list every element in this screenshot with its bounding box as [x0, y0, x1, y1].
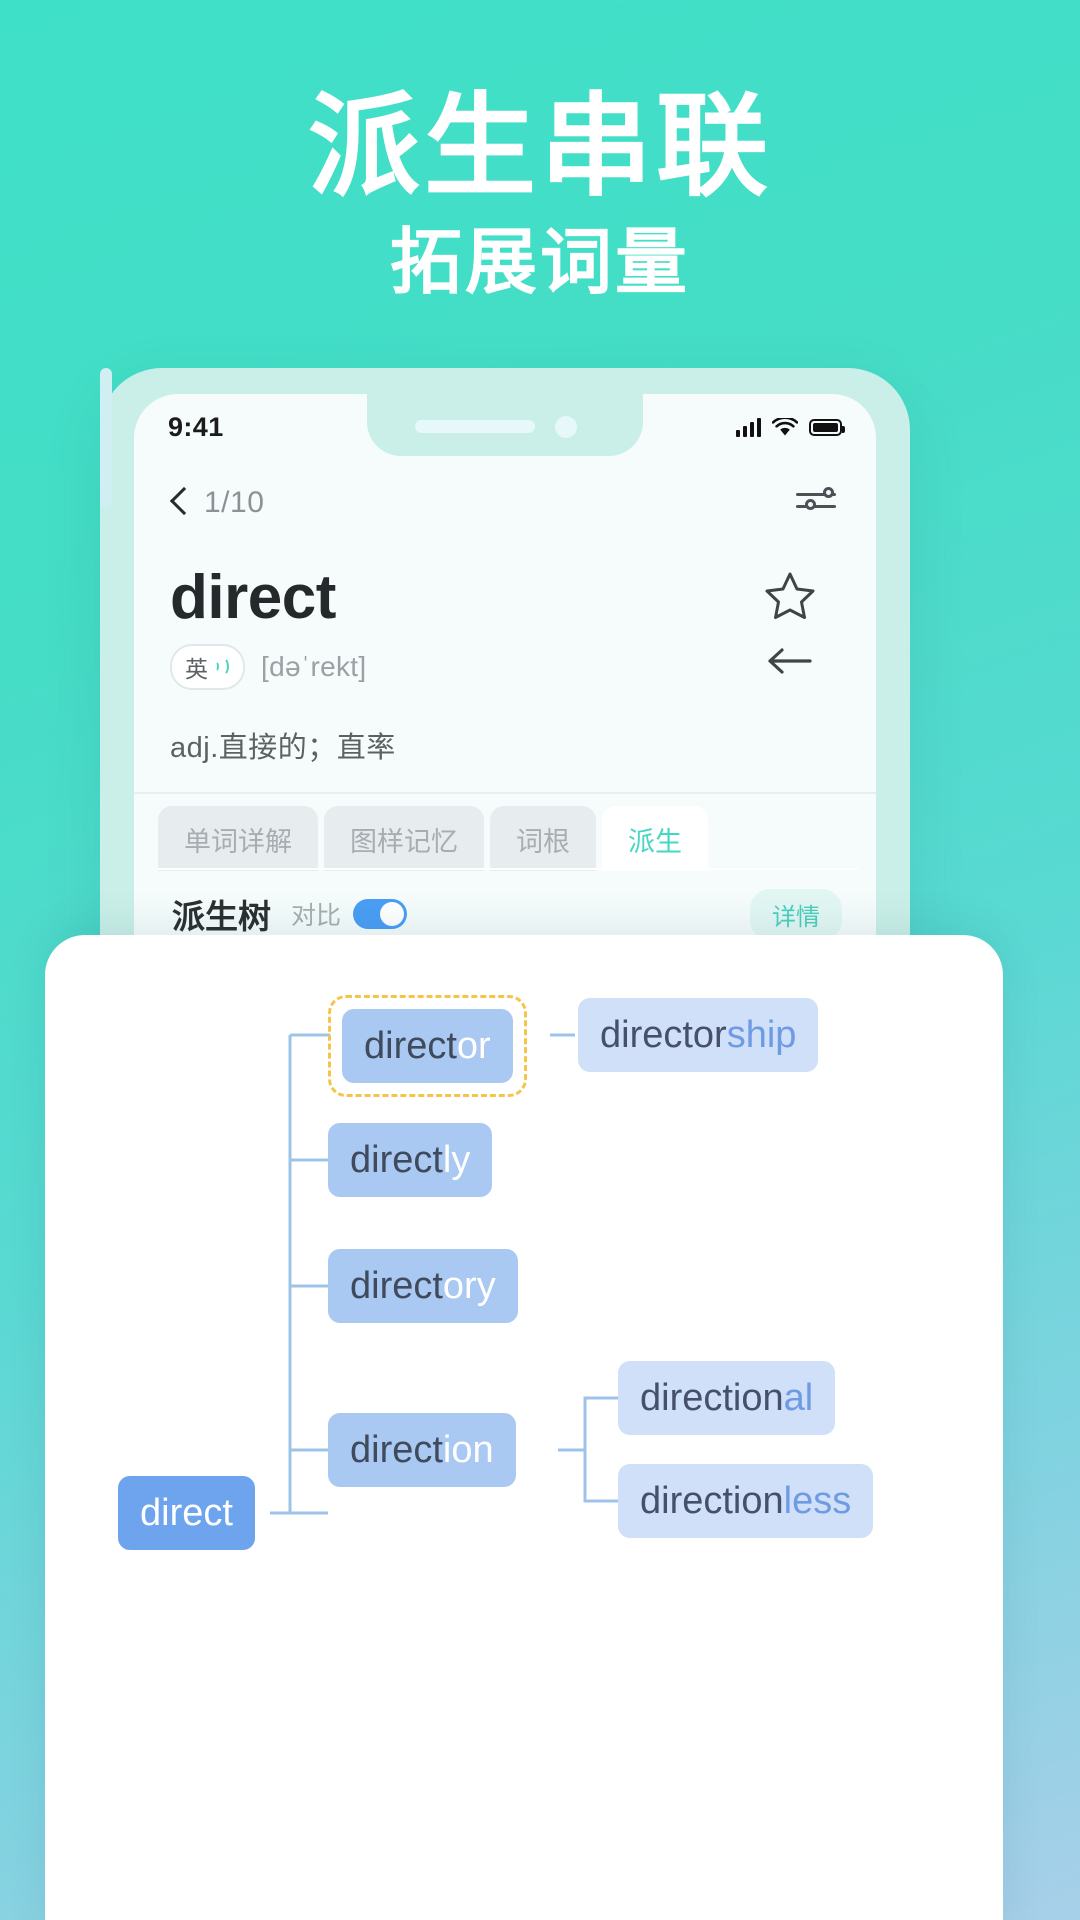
arrow-left-icon[interactable]	[764, 642, 816, 680]
hero-section: 派生串联 拓展词量	[0, 0, 1080, 303]
phonetic-row[interactable]: 英 [dəˈrekt]	[170, 644, 366, 690]
tab-derivation[interactable]: 派生	[602, 806, 708, 871]
chevron-left-icon[interactable]	[170, 487, 188, 519]
sound-wave-icon	[213, 656, 230, 678]
compare-label: 对比	[291, 902, 342, 930]
tab-bar: 单词详解 图样记忆 词根 派生	[158, 806, 714, 871]
node-suffix: less	[783, 1479, 852, 1522]
sliders-settings-icon[interactable]	[796, 487, 840, 518]
page-count-label: 1/10	[204, 486, 265, 519]
node-stem: direct	[350, 1264, 443, 1307]
node-stem: direct	[140, 1491, 233, 1534]
nav-back-group[interactable]: 1/10	[170, 486, 264, 520]
node-stem: direction	[640, 1479, 784, 1522]
hero-title: 派生串联	[308, 84, 772, 209]
compare-toggle[interactable]	[353, 899, 408, 929]
tab-word-detail[interactable]: 单词详解	[158, 806, 318, 871]
tree-node-directional[interactable]: direction al	[618, 1361, 836, 1435]
app-nav-bar: 1/10	[134, 464, 876, 542]
tree-node-direction[interactable]: direct ion	[328, 1413, 516, 1487]
headword: direct	[170, 563, 336, 632]
node-stem: director	[600, 1013, 727, 1056]
notch-speaker	[415, 420, 535, 433]
accent-label: 英	[185, 656, 208, 682]
node-stem: direct	[364, 1024, 457, 1067]
notch-camera	[555, 416, 577, 438]
star-outline-icon[interactable]	[764, 570, 816, 620]
derivation-tree-title: 派生树	[170, 890, 273, 938]
wifi-icon	[772, 417, 798, 435]
tab-image-memory[interactable]: 图样记忆	[324, 806, 484, 871]
tab-root[interactable]: 词根	[490, 806, 596, 871]
phone-notch	[367, 394, 643, 456]
tree-node-directory[interactable]: direct ory	[328, 1249, 518, 1323]
node-suffix: or	[456, 1024, 491, 1067]
status-time: 9:41	[168, 411, 224, 442]
tab-underline	[158, 868, 858, 870]
section-divider	[134, 792, 876, 794]
cellular-signal-icon	[736, 417, 761, 437]
node-suffix: ory	[442, 1264, 496, 1307]
tree-node-directly[interactable]: direct ly	[328, 1123, 493, 1197]
phone-side-button-power	[100, 368, 112, 508]
node-suffix: ly	[442, 1138, 471, 1181]
tree-node-director[interactable]: direct or	[342, 1009, 513, 1083]
status-icon-group	[736, 417, 845, 437]
node-suffix: ship	[726, 1013, 797, 1056]
tree-node-root-direct[interactable]: direct	[118, 1476, 255, 1550]
phonetic-text: [dəˈrekt]	[261, 651, 367, 682]
selected-node-highlight[interactable]: direct or	[328, 995, 527, 1097]
detail-button[interactable]: 详情	[750, 888, 842, 940]
derivation-tree-card: direct or director ship direct ly direct ory…	[45, 935, 1003, 1920]
node-stem: direct	[350, 1138, 443, 1181]
tree-node-directionless[interactable]: direction less	[618, 1464, 874, 1538]
pronunciation-badge[interactable]: 英	[170, 644, 245, 690]
node-suffix: al	[783, 1376, 814, 1419]
derivation-tree-header: 派生树 对比 详情	[170, 886, 842, 942]
definition-text: adj.直接的；直率	[170, 732, 396, 764]
hero-subtitle: 拓展词量	[389, 222, 690, 303]
node-suffix: ion	[442, 1428, 494, 1471]
node-stem: direction	[640, 1376, 784, 1419]
tree-node-directorship[interactable]: director ship	[578, 998, 819, 1072]
node-stem: direct	[350, 1428, 443, 1471]
battery-full-icon	[809, 418, 845, 436]
